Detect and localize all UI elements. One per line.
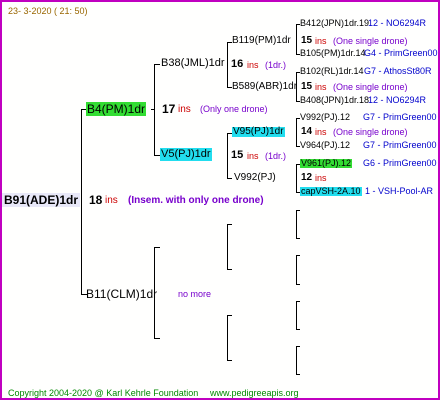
gen4-b102-tail: G7 - AthosSt80R [364,66,432,76]
gen1-queen-b4[interactable]: B4(PM)1dr [86,102,147,116]
gen4-queen-v961[interactable]: V961(PJ).12 [300,159,353,168]
gen3-v95-count: 14 [301,126,313,137]
gen2-queen-b38[interactable]: B38(JML)1dr [161,58,225,69]
gen2-b38-note: (1dr.) [265,60,287,70]
gen3-v992-ins: ins [315,173,327,183]
gen4-v964-tail: G7 - PrimGreen00 [363,140,437,150]
gen3-b589-ins: ins [315,82,327,92]
root-note: (Insem. with only one drone) [128,195,264,206]
gen4-queen-b102[interactable]: B102(RL)1dr.14 [300,67,364,76]
gen4-b412-tail: 12 - NO6294R [368,18,427,28]
gen4-queen-b408[interactable]: B408(JPN)1dr.18 [300,96,369,105]
pedigree-frame: 23- 3-2020 ( 21: 50) Copyright 2004-2020… [0,0,440,400]
gen2-b38-ins: ins [247,60,259,70]
gen3-queen-v992[interactable]: V992(PJ) [234,173,276,183]
gen1-b4-ins: ins [178,104,191,115]
site-link[interactable]: www.pedigreeapis.org [210,389,299,398]
root-ins-label: ins [105,195,118,206]
gen3-b119-note: (One single drone) [333,36,408,46]
gen3-v95-note: (One single drone) [333,127,408,137]
gen4-queen-v992[interactable]: V992(PJ).12 [300,113,350,122]
gen3-queen-b119[interactable]: B119(PM)1dr [232,36,291,46]
gen4-queen-v964[interactable]: V964(PJ).12 [300,141,350,150]
gen2-queen-v5[interactable]: V5(PJ)1dr [160,148,212,161]
gen2-b38-count: 16 [231,58,244,70]
gen1-b11-note: no more [178,289,212,299]
gen3-b589-count: 15 [301,81,313,92]
root-insem-count: 18 [89,193,103,207]
gen1-b4-count: 17 [162,102,176,116]
gen2-v5-count: 15 [231,149,244,161]
gen4-v992-tail: G7 - PrimGreen00 [363,112,437,122]
gen2-v5-ins: ins [247,151,259,161]
gen4-queen-b412[interactable]: B412(JPN)1dr.19 [300,19,369,28]
gen4-v961-tail: G6 - PrimGreen00 [363,158,437,168]
gen3-queen-b589[interactable]: B589(ABR)1dr [232,82,297,92]
gen3-b119-count: 15 [301,35,313,46]
gen1-queen-b11[interactable]: B11(CLM)1dr [86,288,157,300]
date-stamp: 23- 3-2020 ( 21: 50) [8,6,88,16]
gen3-v95-ins: ins [315,127,327,137]
root-queen-label[interactable]: B91(ADE)1dr [2,193,81,207]
gen4-capvsh-tail: 1 - VSH-Pool-AR [365,186,434,196]
gen4-b105-tail: G4 - PrimGreen00 [364,48,438,58]
gen4-queen-b105[interactable]: B105(PM)1dr.14 [300,49,366,58]
gen3-b589-note: (One single drone) [333,82,408,92]
gen4-queen-capvsh[interactable]: capVSH-2A.10 [300,187,362,196]
gen4-b408-tail: 12 - NO6294R [368,95,427,105]
gen2-v5-note: (1dr.) [265,151,287,161]
copyright-text: Copyright 2004-2020 @ Karl Kehrle Founda… [8,388,199,398]
gen3-v992-count: 12 [301,172,313,183]
gen1-b4-note: (Only one drone) [200,104,268,114]
gen3-queen-v95[interactable]: V95(PJ)1dr [232,127,285,137]
gen3-b119-ins: ins [315,36,327,46]
